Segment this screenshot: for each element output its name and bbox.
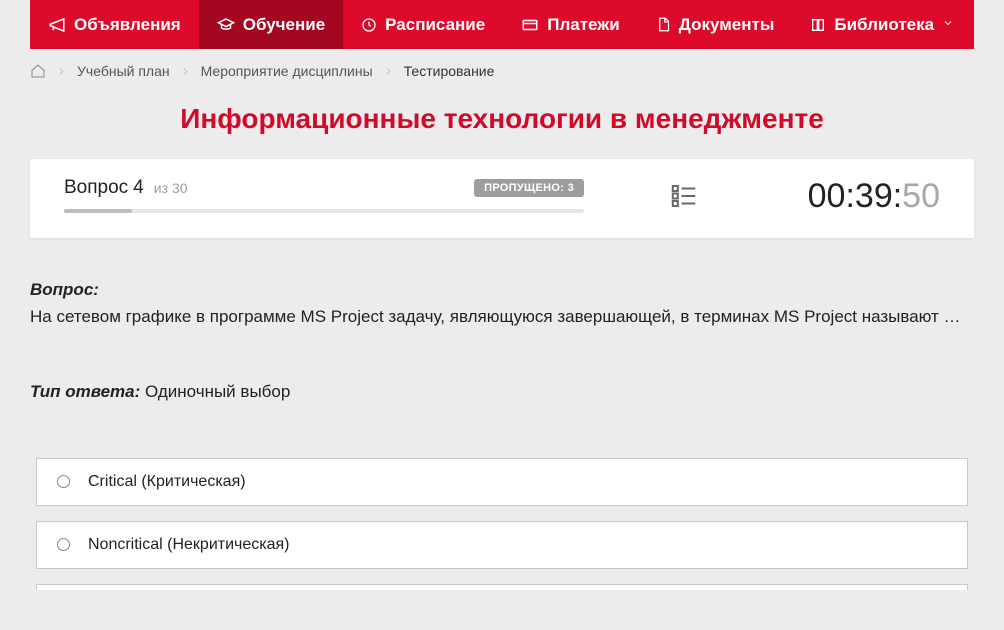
chevron-right-icon — [383, 66, 394, 77]
question-of-word: из — [154, 180, 168, 196]
nav-item-label: Обучение — [243, 15, 325, 35]
page-title: Информационные технологии в менеджменте — [0, 93, 1004, 159]
nav-item-label: Объявления — [74, 15, 181, 35]
question-word: Вопрос — [64, 177, 128, 199]
answer-radio[interactable] — [57, 538, 70, 551]
answers-list: Critical (Критическая) Noncritical (Некр… — [0, 402, 1004, 590]
chevron-down-icon — [942, 17, 954, 32]
nav-item-label: Платежи — [547, 15, 620, 35]
nav-item-payments[interactable]: Платежи — [503, 0, 638, 49]
answer-option[interactable]: Noncritical (Некритическая) — [36, 521, 968, 569]
chevron-right-icon — [56, 66, 67, 77]
answer-text: Critical (Критическая) — [88, 473, 246, 491]
crumb-study-plan[interactable]: Учебный план — [77, 63, 170, 79]
nav-item-label: Расписание — [385, 15, 485, 35]
question-number: 4 — [133, 177, 144, 199]
top-nav: Объявления Обучение Расписание Платежи Д… — [30, 0, 974, 49]
nav-item-label: Документы — [679, 15, 775, 35]
nav-item-documents[interactable]: Документы — [638, 0, 793, 49]
nav-item-library[interactable]: Библиотека — [792, 0, 972, 49]
breadcrumb: Учебный план Мероприятие дисциплины Тест… — [0, 49, 1004, 93]
answer-text: Noncritical (Некритическая) — [88, 536, 290, 554]
book-icon — [810, 17, 826, 33]
graduation-cap-icon — [217, 16, 235, 34]
skipped-badge: ПРОПУЩЕНО: 3 — [474, 179, 584, 197]
nav-item-announcements[interactable]: Объявления — [30, 0, 199, 49]
crumb-testing: Тестирование — [404, 63, 495, 79]
answer-radio[interactable] — [57, 475, 70, 488]
timer-seconds: 50 — [902, 177, 940, 216]
question-text: На сетевом графике в программе MS Projec… — [30, 304, 974, 330]
nav-item-label: Библиотека — [834, 15, 934, 35]
quiz-status-bar: Вопрос 4 из 30 ПРОПУЩЕНО: 3 00:39:50 — [30, 159, 974, 238]
chevron-right-icon — [180, 66, 191, 77]
home-icon[interactable] — [30, 63, 46, 79]
question-list-icon[interactable] — [669, 181, 699, 211]
crumb-discipline-event[interactable]: Мероприятие дисциплины — [201, 63, 373, 79]
megaphone-icon — [48, 16, 66, 34]
answer-option-partial[interactable] — [36, 584, 968, 590]
question-total: 30 — [172, 180, 188, 196]
timer: 00:39:50 — [808, 177, 940, 216]
card-icon — [521, 16, 539, 34]
timer-main: 00:39: — [808, 177, 903, 216]
nav-item-schedule[interactable]: Расписание — [343, 0, 503, 49]
answer-type-label: Тип ответа: — [30, 382, 140, 401]
document-icon — [656, 17, 671, 32]
progress-bar — [64, 209, 584, 213]
progress-fill — [64, 209, 132, 213]
question-label: Вопрос: — [30, 280, 99, 299]
answer-option[interactable]: Critical (Критическая) — [36, 458, 968, 506]
answer-type-value: Одиночный выбор — [140, 382, 290, 401]
nav-item-learning[interactable]: Обучение — [199, 0, 343, 49]
question-body: Вопрос: На сетевом графике в программе M… — [0, 238, 1004, 402]
clock-icon — [361, 17, 377, 33]
